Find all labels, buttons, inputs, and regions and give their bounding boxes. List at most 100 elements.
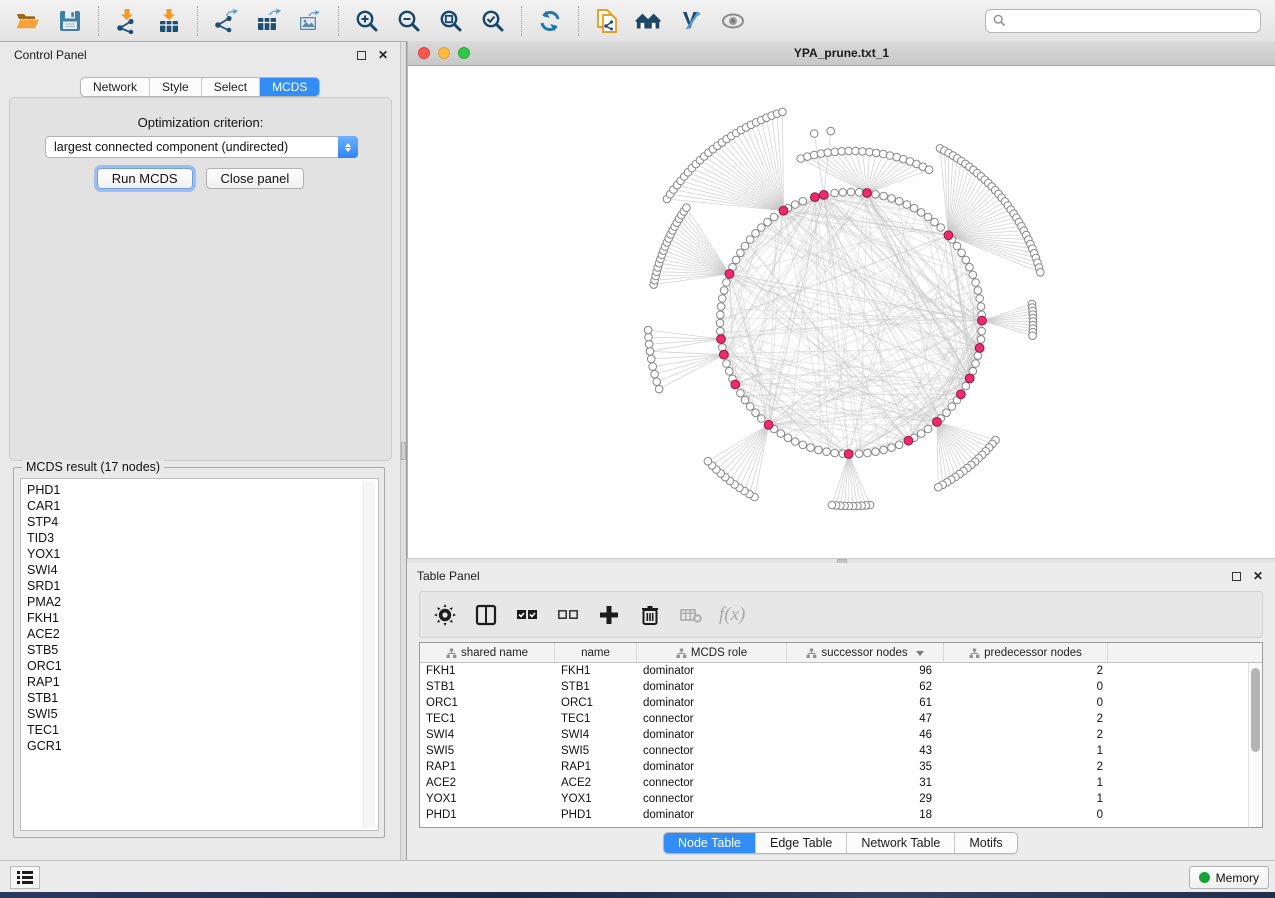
add-column-icon[interactable] [596,602,622,628]
table-row[interactable]: ACE2ACE2connector311 [420,775,1262,791]
tab-style[interactable]: Style [150,78,202,96]
column-header-shared-name[interactable]: shared name [420,643,555,663]
table-scrollbar[interactable] [1248,663,1262,827]
table-cell: 2 [944,759,1108,775]
table-cell: connector [637,775,787,791]
table-cell: dominator [637,663,787,679]
run-mcds-button[interactable]: Run MCDS [97,168,193,189]
mcds-result-item[interactable]: SWI4 [27,562,378,578]
show-columns-icon[interactable] [473,602,499,628]
table-row[interactable]: SWI5SWI5connector431 [420,743,1262,759]
table-cell: connector [637,743,787,759]
float-panel-icon[interactable] [354,48,368,62]
table-row[interactable]: RAP1RAP1dominator352 [420,759,1262,775]
column-header-name[interactable]: name [555,643,637,663]
memory-status-icon [1199,872,1210,883]
select-all-icon[interactable] [514,602,540,628]
tab-node-table[interactable]: Node Table [664,833,756,853]
import-network-icon[interactable] [113,7,141,35]
clone-network-icon[interactable] [593,7,621,35]
close-panel-icon[interactable]: ✕ [376,48,390,62]
mcds-result-item[interactable]: STP4 [27,514,378,530]
table-cell: 0 [944,807,1108,823]
zoom-fit-icon[interactable] [437,7,465,35]
search-field[interactable] [985,9,1261,33]
scrollbar-thumb[interactable] [1251,668,1260,752]
network-graph[interactable] [408,66,1274,557]
tab-select[interactable]: Select [202,78,260,96]
export-network-icon[interactable] [212,7,240,35]
tab-network[interactable]: Network [81,78,150,96]
save-session-icon[interactable] [56,7,84,35]
table-row[interactable]: YOX1YOX1connector291 [420,791,1262,807]
search-input[interactable] [1011,14,1253,28]
task-history-button[interactable] [10,866,40,889]
mcds-result-group: MCDS result (17 nodes) PHD1CAR1STP4TID3Y… [13,467,385,838]
import-table-icon[interactable] [155,7,183,35]
mcds-result-item[interactable]: RAP1 [27,674,378,690]
table-row[interactable]: SWI4SWI4dominator462 [420,727,1262,743]
control-panel: Control Panel ✕ Network Style Select MCD… [0,42,400,862]
table-cell: RAP1 [420,759,555,775]
mcds-result-item[interactable]: PHD1 [27,482,378,498]
deselect-all-icon[interactable] [555,602,581,628]
mcds-result-item[interactable]: TEC1 [27,722,378,738]
network-canvas[interactable] [408,66,1275,557]
mcds-result-item[interactable]: PMA2 [27,594,378,610]
network-window-titlebar[interactable]: YPA_prune.txt_1 [408,41,1275,66]
zoom-selected-icon[interactable] [479,7,507,35]
mcds-result-item[interactable]: STB1 [27,690,378,706]
function-builder-icon[interactable]: f(x) [719,604,745,626]
mcds-result-item[interactable]: GCR1 [27,738,378,754]
open-file-icon[interactable] [14,7,42,35]
node-table: shared name name MCDS role successor nod… [419,642,1263,828]
table-row[interactable]: STB1STB1dominator620 [420,679,1262,695]
v-badge-icon[interactable] [677,7,705,35]
tab-edge-table[interactable]: Edge Table [756,833,847,853]
optimization-criterion-select[interactable]: largest connected component (undirected) [45,136,358,158]
export-image-icon[interactable] [296,7,324,35]
column-header-predecessor-nodes[interactable]: predecessor nodes [944,643,1108,663]
mcds-result-list[interactable]: PHD1CAR1STP4TID3YOX1SWI4SRD1PMA2FKH1ACE2… [20,478,379,831]
table-panel-titlebar: Table Panel ✕ [407,563,1275,589]
vertical-splitter[interactable] [400,42,407,862]
zoom-in-icon[interactable] [353,7,381,35]
delete-table-icon[interactable] [678,602,704,628]
table-cell: connector [637,791,787,807]
mcds-result-item[interactable]: TID3 [27,530,378,546]
list-scrollbar-track[interactable] [363,481,375,828]
mcds-result-item[interactable]: ORC1 [27,658,378,674]
table-row[interactable]: FKH1FKH1dominator962 [420,663,1262,679]
tab-motifs[interactable]: Motifs [955,833,1016,853]
tab-mcds[interactable]: MCDS [260,78,319,96]
memory-button[interactable]: Memory [1189,866,1269,889]
control-panel-titlebar: Control Panel ✕ [4,42,400,68]
table-settings-gear-icon[interactable] [432,602,458,628]
column-header-successor-nodes[interactable]: successor nodes [787,643,944,663]
table-row[interactable]: TEC1TEC1connector472 [420,711,1262,727]
splitter-handle[interactable] [401,442,406,460]
mcds-result-item[interactable]: CAR1 [27,498,378,514]
table-cell: 62 [787,679,944,695]
eye-icon[interactable] [719,7,747,35]
export-table-icon[interactable] [254,7,282,35]
column-type-icon [446,648,457,659]
delete-column-trash-icon[interactable] [637,602,663,628]
table-row[interactable]: ORC1ORC1dominator610 [420,695,1262,711]
mcds-result-item[interactable]: SWI5 [27,706,378,722]
close-panel-button[interactable]: Close panel [206,168,305,189]
mcds-result-item[interactable]: YOX1 [27,546,378,562]
close-panel-icon[interactable]: ✕ [1251,569,1265,583]
mcds-result-item[interactable]: ACE2 [27,626,378,642]
houses-icon[interactable] [635,7,663,35]
zoom-out-icon[interactable] [395,7,423,35]
column-header-mcds-role[interactable]: MCDS role [637,643,787,663]
tab-network-table[interactable]: Network Table [847,833,955,853]
table-cell: ACE2 [555,775,637,791]
mcds-result-item[interactable]: FKH1 [27,610,378,626]
table-row[interactable]: PHD1PHD1dominator180 [420,807,1262,823]
mcds-result-item[interactable]: SRD1 [27,578,378,594]
mcds-result-item[interactable]: STB5 [27,642,378,658]
refresh-icon[interactable] [536,7,564,35]
float-panel-icon[interactable] [1229,569,1243,583]
